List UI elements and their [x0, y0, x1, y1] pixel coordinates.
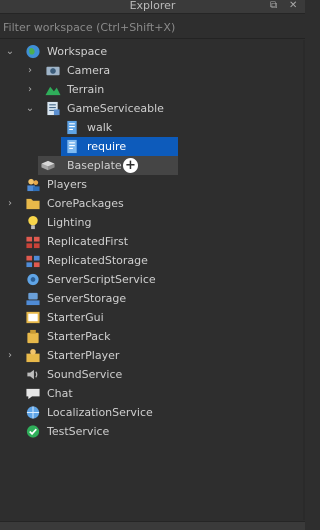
players-icon: [27, 178, 40, 192]
tree-item-label: SoundService: [47, 368, 123, 381]
add-object-icon[interactable]: +: [123, 158, 138, 173]
starter-pack-icon: [27, 329, 39, 344]
tree-item-startergui[interactable]: StarterGui: [0, 308, 305, 327]
module-script-icon: [47, 101, 60, 116]
tree-item-soundservice[interactable]: SoundService: [0, 365, 305, 384]
scrollbar-track[interactable]: [303, 40, 305, 520]
tree-item-serverscriptservice[interactable]: ServerScriptService: [0, 270, 305, 289]
tree-item-label: ServerScriptService: [47, 273, 156, 286]
lightbulb-icon: [28, 215, 38, 230]
tree-item-label: Terrain: [67, 83, 105, 96]
tree-item-terrain[interactable]: › Terrain: [0, 80, 305, 99]
globe-icon: [26, 44, 40, 59]
tree-item-label: ServerStorage: [47, 292, 127, 305]
tree-item-replicatedfirst[interactable]: ReplicatedFirst: [0, 232, 305, 251]
folder-icon: [26, 198, 40, 210]
chat-icon: [26, 388, 40, 400]
speaker-icon: [27, 369, 38, 380]
chevron-right-icon[interactable]: ›: [25, 80, 35, 99]
chevron-right-icon[interactable]: ›: [5, 346, 15, 365]
starter-player-icon: [26, 348, 40, 363]
part-icon: [41, 160, 55, 171]
close-icon[interactable]: ✕: [289, 0, 297, 12]
tree-item-workspace[interactable]: ⌄ Workspace: [0, 42, 305, 61]
terrain-icon: [45, 86, 61, 96]
tree-item-label: Lighting: [47, 216, 92, 229]
pin-icon[interactable]: ⧉: [270, 0, 277, 12]
tree-item-localizationservice[interactable]: LocalizationService: [0, 403, 305, 422]
tree-item-label: TestService: [47, 425, 110, 438]
replicated-first-icon: [26, 236, 40, 249]
tree-item-require[interactable]: require: [61, 137, 178, 156]
tree-item-label: Camera: [67, 64, 111, 77]
tree-item-label: walk: [87, 121, 113, 134]
chevron-down-icon[interactable]: ⌄: [25, 99, 35, 118]
chevron-right-icon[interactable]: ›: [5, 194, 15, 213]
tree-item-serverstorage[interactable]: ServerStorage: [0, 289, 305, 308]
tree-item-label: CorePackages: [47, 197, 124, 210]
tree-item-testservice[interactable]: TestService: [0, 422, 305, 441]
tree-item-label: ReplicatedStorage: [47, 254, 148, 267]
tree-item-label: Chat: [47, 387, 73, 400]
filter-workspace-input[interactable]: [0, 18, 300, 36]
tree-item-baseplate[interactable]: Baseplate +: [38, 156, 178, 175]
tree-item-label: Players: [47, 178, 87, 191]
replicated-storage-icon: [26, 255, 40, 268]
filter-bar: [0, 17, 305, 39]
tree-item-label: ReplicatedFirst: [47, 235, 129, 248]
camera-icon: [46, 66, 60, 76]
tree-item-label: StarterPlayer: [47, 349, 120, 362]
tree-item-camera[interactable]: › Camera: [0, 61, 305, 80]
tree-item-starterplayer[interactable]: › StarterPlayer: [0, 346, 305, 365]
tree-item-gameserviceable[interactable]: ⌄ GameServiceable: [0, 99, 305, 118]
localization-globe-icon: [26, 406, 40, 419]
tree-item-label: Baseplate: [67, 159, 122, 172]
starter-gui-icon: [26, 311, 40, 324]
title-bar: Explorer ⧉ ✕: [0, 0, 305, 14]
chevron-down-icon[interactable]: ⌄: [5, 42, 15, 61]
script-icon: [67, 139, 77, 154]
tree-item-walk[interactable]: walk: [0, 118, 305, 137]
tree-item-label: Workspace: [47, 45, 108, 58]
tree-item-label: GameServiceable: [67, 102, 164, 115]
tree-item-starterpack[interactable]: StarterPack: [0, 327, 305, 346]
tree-item-corepackages[interactable]: › CorePackages: [0, 194, 305, 213]
server-storage-icon: [26, 292, 40, 306]
tree-item-label: StarterGui: [47, 311, 104, 324]
tree-item-replicatedstorage[interactable]: ReplicatedStorage: [0, 251, 305, 270]
tree-item-label: require: [87, 140, 127, 153]
tree-item-label: LocalizationService: [47, 406, 153, 419]
server-script-service-icon: [27, 273, 39, 286]
tree-item-chat[interactable]: Chat: [0, 384, 305, 403]
tree-item-lighting[interactable]: Lighting: [0, 213, 305, 232]
check-circle-icon: [26, 425, 40, 438]
script-icon: [67, 120, 77, 135]
window-title: Explorer: [129, 0, 176, 12]
tree-item-players[interactable]: Players: [0, 175, 305, 194]
tree-item-label: StarterPack: [47, 330, 111, 343]
chevron-right-icon[interactable]: ›: [25, 61, 35, 80]
